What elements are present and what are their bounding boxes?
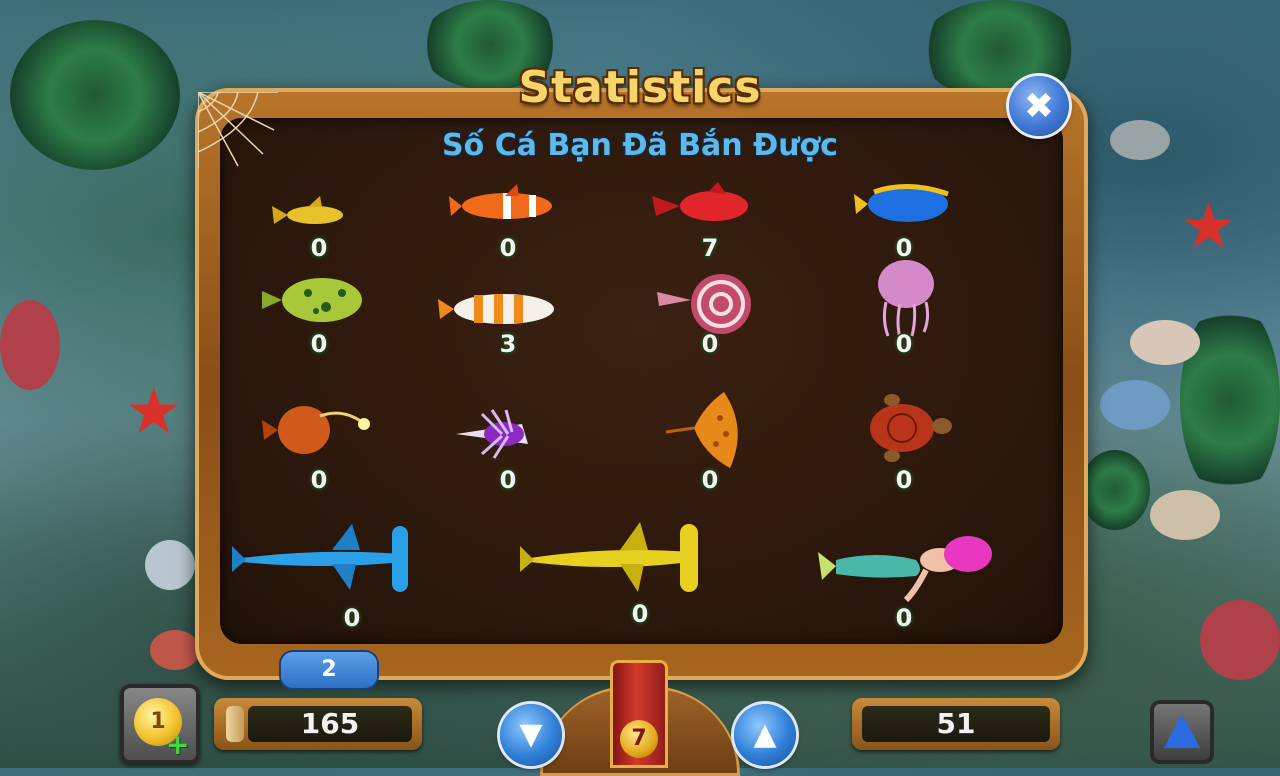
- seaweed-decoration: [1080, 450, 1150, 530]
- fish-item-stingray: [664, 388, 784, 468]
- decrease-bet-button[interactable]: ▼: [500, 704, 562, 766]
- shell-decoration: [1130, 320, 1200, 365]
- fish-count: 0: [895, 466, 913, 494]
- fish-count: 3: [499, 330, 517, 358]
- fish-count: 0: [701, 330, 719, 358]
- sea-turtle-icon: [870, 394, 952, 462]
- shell-decoration: [145, 540, 195, 590]
- starfish-decoration: ★: [125, 375, 183, 449]
- anglerfish-icon: [262, 406, 370, 454]
- fish-count: 0: [343, 604, 361, 632]
- fish-count: 0: [631, 600, 649, 628]
- dialog-subtitle: Số Cá Bạn Đã Bắn Được: [442, 128, 838, 163]
- fish-count: 0: [895, 330, 913, 358]
- coin-balance-value: 165: [248, 706, 412, 742]
- stingray-icon: [665, 392, 738, 468]
- fish-count: 0: [310, 466, 328, 494]
- shell-decoration: [1150, 490, 1220, 540]
- level-badge: 2: [281, 652, 377, 688]
- fish-count: 0: [499, 234, 517, 262]
- fish-count: 7: [701, 234, 719, 262]
- cannon-bet-level: 7: [620, 720, 658, 758]
- right-value: 51: [862, 706, 1050, 742]
- lionfish-icon: [456, 409, 528, 459]
- fish-count: 0: [310, 234, 328, 262]
- triangle-icon: [1164, 714, 1200, 748]
- pebble-decoration: [1110, 120, 1170, 160]
- blue-hammerhead-icon: [232, 524, 408, 592]
- clownfish-icon: [449, 184, 552, 219]
- fish-count: 0: [310, 330, 328, 358]
- coin-balance-bar: 165: [214, 698, 422, 750]
- striped-fish-icon: [438, 294, 554, 324]
- fish-item-jellyfish: [860, 258, 980, 338]
- coral-decoration: [1200, 600, 1280, 680]
- arrow-down-icon: ▼: [519, 717, 543, 752]
- fish-count: 0: [895, 604, 913, 632]
- gold-hammerhead-icon: [520, 522, 698, 592]
- pebble-decoration: [1100, 380, 1170, 430]
- blue-tang-icon: [854, 183, 949, 222]
- spiderweb-decoration: [198, 92, 278, 168]
- pufferfish-icon: [262, 278, 362, 322]
- fish-item-mermaid: [816, 530, 992, 610]
- fish-count: 0: [499, 466, 517, 494]
- close-icon: ✖: [1023, 85, 1055, 127]
- fish-item-blue-hammerhead: [232, 520, 408, 600]
- buy-coins-button[interactable]: 1 +: [120, 684, 200, 764]
- red-fish-icon: [652, 182, 748, 221]
- yellow-fish-icon: [272, 196, 343, 224]
- fish-item-gold-hammerhead: [520, 520, 698, 600]
- right-value-bar: 51: [852, 698, 1060, 750]
- fish-item-anglerfish: [258, 396, 378, 476]
- close-button[interactable]: ✖: [1009, 76, 1069, 136]
- plus-icon: +: [166, 728, 190, 761]
- pebble-decoration: [150, 630, 200, 670]
- fish-count: 0: [701, 466, 719, 494]
- coral-decoration: [0, 300, 60, 390]
- boost-button[interactable]: [1150, 700, 1214, 764]
- scroll-icon: [226, 706, 244, 742]
- mermaid-icon: [818, 536, 992, 603]
- arrow-up-icon: ▲: [753, 717, 777, 752]
- jellyfish-icon: [878, 260, 934, 338]
- seaweed-decoration: [10, 20, 180, 170]
- dialog-title: Statistics: [518, 62, 762, 113]
- increase-bet-button[interactable]: ▲: [734, 704, 796, 766]
- fish-item-sea-turtle: [860, 390, 980, 470]
- starfish-decoration: ★: [1180, 190, 1238, 264]
